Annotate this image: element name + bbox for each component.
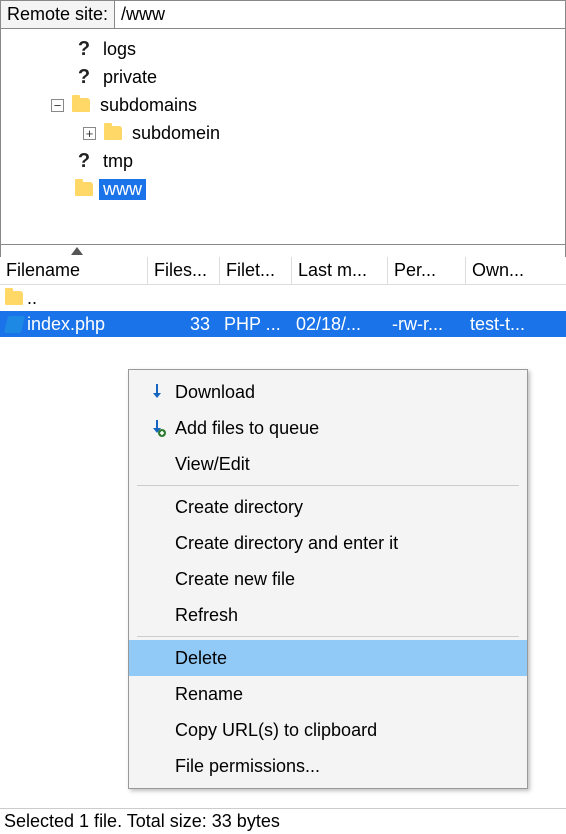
file-owner: test-t...: [466, 314, 556, 335]
tree-item-logs[interactable]: ? logs: [1, 35, 565, 63]
file-row-index-php[interactable]: index.php 33 PHP ... 02/18/... -rw-r... …: [0, 311, 566, 337]
column-filetype[interactable]: Filet...: [220, 257, 292, 284]
file-list-header: Filename Files... Filet... Last m... Per…: [0, 257, 566, 285]
menu-rename[interactable]: Rename: [129, 676, 527, 712]
unknown-icon: ?: [78, 66, 90, 89]
file-modified: 02/18/...: [292, 314, 388, 335]
column-filename[interactable]: Filename: [0, 257, 148, 284]
file-type: PHP ...: [220, 314, 292, 335]
menu-delete[interactable]: Delete: [129, 640, 527, 676]
menu-separator: [137, 485, 519, 486]
menu-view-edit[interactable]: View/Edit: [129, 446, 527, 482]
menu-download[interactable]: Download: [129, 374, 527, 410]
remote-path-input[interactable]: [115, 1, 565, 28]
tree-item-private[interactable]: ? private: [1, 63, 565, 91]
menu-separator: [137, 636, 519, 637]
column-owner[interactable]: Own...: [466, 257, 556, 284]
menu-create-new-file[interactable]: Create new file: [129, 561, 527, 597]
parent-dir-label: ..: [27, 288, 37, 309]
add-to-queue-icon: [141, 418, 173, 438]
column-lastmodified[interactable]: Last m...: [292, 257, 388, 284]
download-icon: [141, 382, 173, 402]
tree-label-selected: www: [99, 179, 146, 200]
remote-directory-tree[interactable]: ? logs ? private − subdomains + subdomei…: [0, 29, 566, 245]
menu-create-directory[interactable]: Create directory: [129, 489, 527, 525]
column-filesize[interactable]: Files...: [148, 257, 220, 284]
folder-icon: [5, 291, 23, 305]
unknown-icon: ?: [78, 150, 90, 173]
file-list[interactable]: .. index.php 33 PHP ... 02/18/... -rw-r.…: [0, 285, 566, 345]
menu-add-to-queue[interactable]: Add files to queue: [129, 410, 527, 446]
file-permissions: -rw-r...: [388, 314, 466, 335]
remote-path-label: Remote site:: [1, 1, 115, 28]
file-name: index.php: [27, 314, 105, 335]
file-size: 33: [148, 314, 220, 335]
menu-file-permissions[interactable]: File permissions...: [129, 748, 527, 784]
collapse-icon[interactable]: −: [51, 99, 64, 112]
folder-icon: [75, 182, 93, 196]
unknown-icon: ?: [78, 38, 90, 61]
menu-copy-url[interactable]: Copy URL(s) to clipboard: [129, 712, 527, 748]
menu-refresh[interactable]: Refresh: [129, 597, 527, 633]
folder-icon: [72, 98, 90, 112]
tree-item-subdomains[interactable]: − subdomains: [1, 91, 565, 119]
tree-item-tmp[interactable]: ? tmp: [1, 147, 565, 175]
menu-create-directory-enter[interactable]: Create directory and enter it: [129, 525, 527, 561]
tree-item-subdomein[interactable]: + subdomein: [1, 119, 565, 147]
remote-path-bar: Remote site:: [0, 0, 566, 29]
parent-dir-row[interactable]: ..: [0, 285, 566, 311]
file-context-menu: Download Add files to queue View/Edit Cr…: [128, 369, 528, 789]
php-file-icon: [3, 316, 24, 333]
sort-indicator: [0, 245, 566, 257]
status-bar: Selected 1 file. Total size: 33 bytes: [0, 808, 566, 834]
folder-icon: [104, 126, 122, 140]
expand-icon[interactable]: +: [83, 127, 96, 140]
column-permissions[interactable]: Per...: [388, 257, 466, 284]
tree-item-www[interactable]: www: [1, 175, 565, 203]
